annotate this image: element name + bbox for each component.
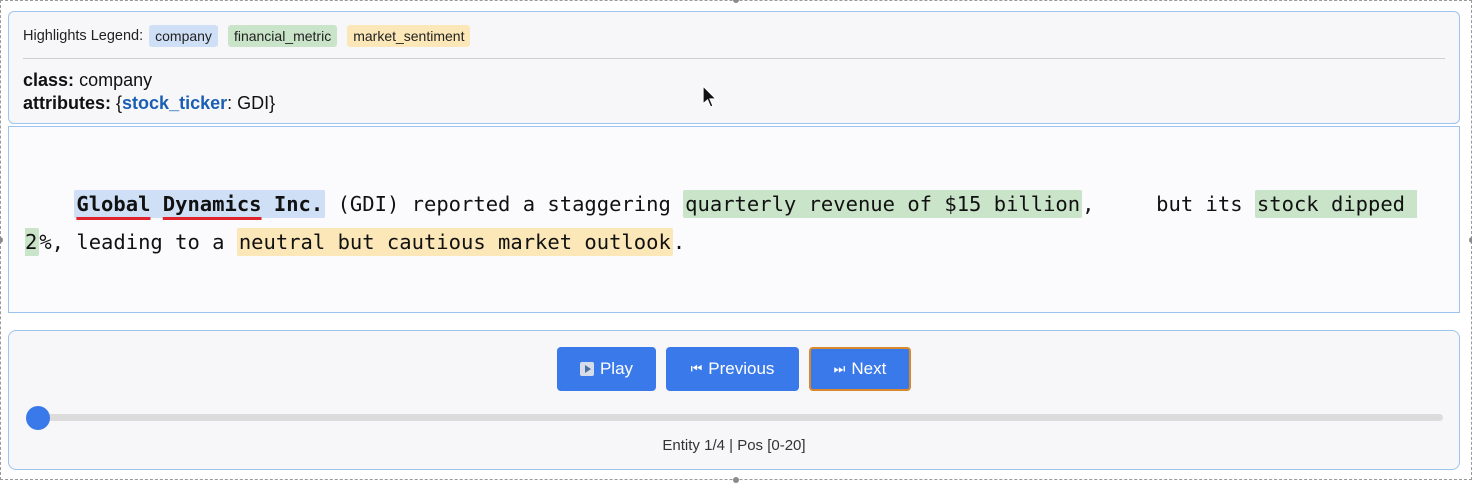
highlight-company-space-2 — [262, 192, 274, 216]
highlight-company-space-1 — [150, 192, 162, 216]
legend-label: Highlights Legend: — [23, 28, 144, 44]
playback-panel: Play ⏮ Previous ⏭ Next Entity 1/4 | Pos … — [8, 330, 1460, 470]
position-slider-track[interactable] — [39, 414, 1443, 421]
attributes-line: attributes: {stock_ticker: GDI} — [23, 92, 275, 115]
highlight-financial-metric[interactable]: quarterly revenue of $15 billion — [683, 190, 1083, 218]
text-segment: %, leading to a — [39, 230, 237, 254]
attributes-label: attributes: — [23, 93, 112, 113]
status-text: Entity 1/4 | Pos [0-20] — [662, 437, 806, 454]
class-label: class: — [23, 70, 75, 90]
legend-divider — [23, 58, 1445, 59]
playback-buttons: Play ⏮ Previous ⏭ Next — [9, 347, 1459, 391]
highlight-company[interactable]: Global Dynamics Inc. — [74, 190, 326, 218]
legend-chip-company: company — [149, 25, 218, 47]
class-value: company — [79, 70, 153, 90]
highlight-company-word-2: Dynamics — [162, 192, 262, 216]
resize-handle-bottom[interactable] — [733, 477, 739, 483]
highlight-market-sentiment[interactable]: neutral but cautious market outlook — [236, 228, 673, 256]
attr-sep: : — [227, 93, 238, 113]
text-segment: , but its — [1082, 192, 1255, 216]
class-line: class: company — [23, 69, 275, 92]
skip-back-icon: ⏮ — [690, 361, 703, 376]
play-icon — [579, 362, 594, 376]
previous-button[interactable]: ⏮ Previous — [666, 347, 799, 391]
annotated-text: Global Dynamics Inc. (GDI) reported a st… — [25, 185, 1435, 261]
legend-chip-financial-metric: financial_metric — [227, 25, 338, 47]
highlight-company-word-3: Inc. — [273, 192, 324, 216]
position-slider-thumb[interactable] — [26, 406, 50, 430]
next-label: Next — [851, 359, 887, 378]
skip-forward-icon: ⏭ — [833, 361, 846, 376]
play-label: Play — [599, 359, 634, 378]
text-indent — [25, 192, 74, 216]
previous-label: Previous — [708, 359, 775, 378]
attr-value: GDI — [237, 93, 270, 113]
highlights-legend: Highlights Legend: company financial_met… — [23, 24, 1445, 48]
next-button[interactable]: ⏭ Next — [809, 347, 911, 391]
mouse-cursor-icon — [702, 85, 718, 108]
text-segment: . — [672, 230, 686, 254]
entity-meta: class: company attributes: {stock_ticker… — [23, 69, 275, 115]
text-panel: Global Dynamics Inc. (GDI) reported a st… — [8, 126, 1460, 313]
highlight-company-word-1: Global — [76, 192, 151, 216]
text-segment: (GDI) reported a staggering — [325, 192, 684, 216]
attr-key: stock_ticker — [122, 93, 228, 113]
play-button[interactable]: Play — [557, 347, 656, 391]
entity-info-panel: Highlights Legend: company financial_met… — [8, 11, 1460, 124]
legend-chip-market-sentiment: market_sentiment — [347, 25, 471, 47]
attr-close-brace: } — [269, 93, 276, 113]
